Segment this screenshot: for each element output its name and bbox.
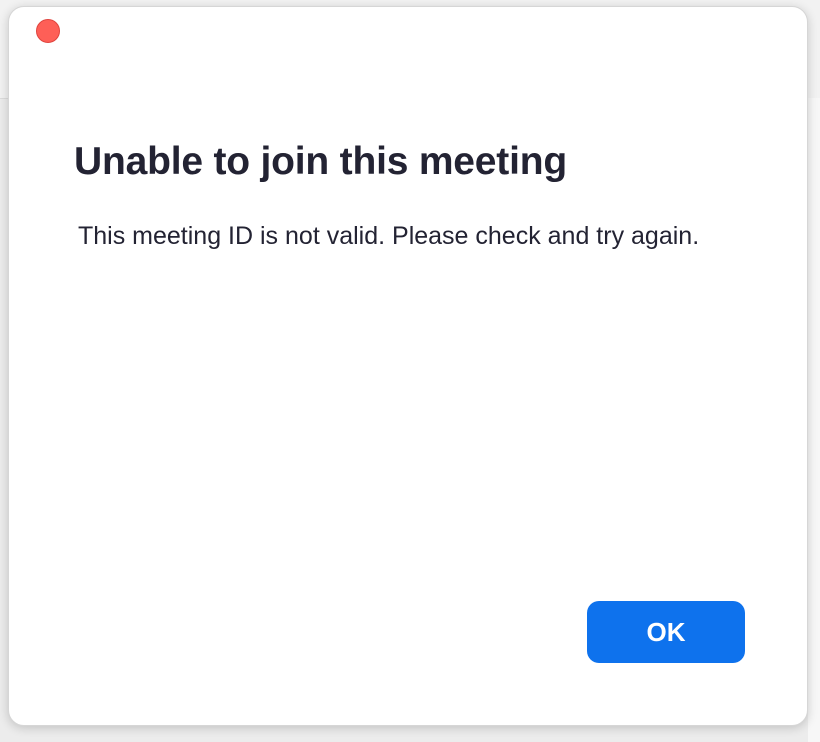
dialog-message: This meeting ID is not valid. Please che…	[78, 222, 700, 250]
ok-button[interactable]: OK	[587, 601, 745, 663]
error-dialog: Unable to join this meeting This meeting…	[8, 6, 808, 726]
close-button[interactable]	[36, 19, 60, 43]
background-window-edge	[808, 98, 820, 742]
dialog-title: Unable to join this meeting	[74, 140, 567, 183]
